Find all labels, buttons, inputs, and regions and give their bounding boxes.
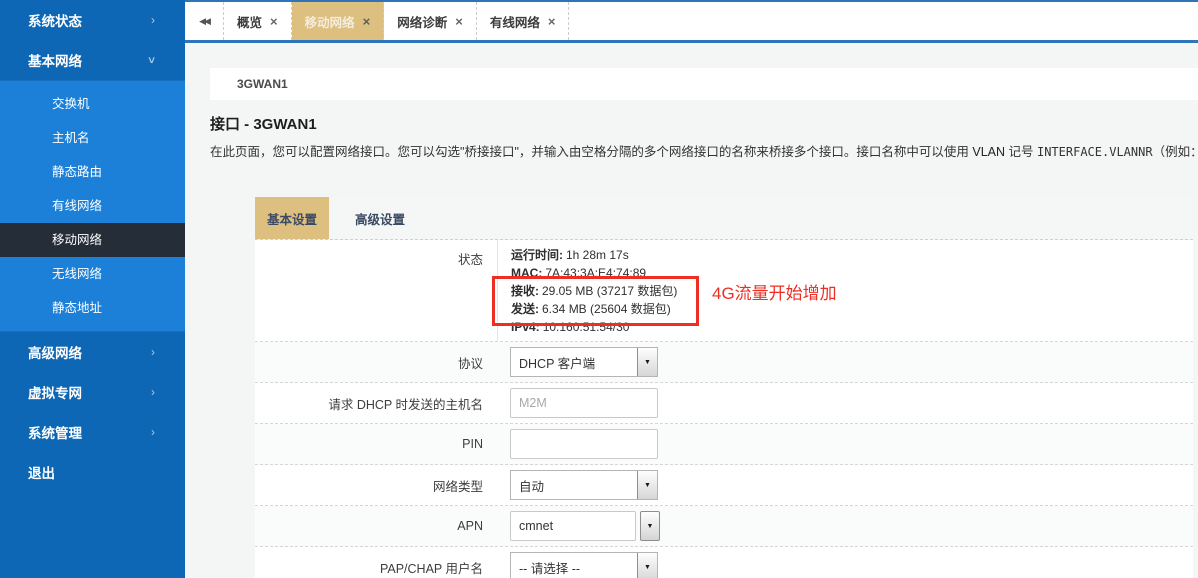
sidebar-item-vpn[interactable]: 虚拟专网 ›	[0, 372, 185, 412]
settings-tab-row: 基本设置 高级设置	[255, 197, 1193, 240]
selected-value: DHCP 客户端	[511, 348, 637, 376]
table-row: APN ▼	[255, 506, 1193, 547]
interface-settings-form: 基本设置 高级设置 状态 运行时间:1h 28m 17s MAC:7A:43:3…	[255, 197, 1193, 578]
table-row: 网络类型 自动 ▼	[255, 465, 1193, 506]
status-value: 运行时间:1h 28m 17s MAC:7A:43:3A:E4:74:89 接收…	[497, 240, 1198, 341]
tab-bar: ◀◀ 概览 × 移动网络 × 网络诊断 × 有线网络 ×	[185, 0, 1198, 43]
field-label-network-type: 网络类型	[255, 476, 497, 495]
tab-basic-settings[interactable]: 基本设置	[255, 197, 329, 239]
router-admin-app: 系统状态 › 基本网络 ∨ 交换机 主机名 静态路由 有线网络 移动网络 无线网…	[0, 0, 1198, 578]
field-label-pap-chap-username: PAP/CHAP 用户名	[255, 558, 497, 577]
close-icon[interactable]: ×	[270, 14, 278, 29]
status-line-mac: MAC:7A:43:3A:E4:74:89	[511, 264, 1198, 282]
pin-input[interactable]	[510, 429, 658, 459]
tab-wired-network[interactable]: 有线网络 ×	[477, 2, 570, 40]
table-row: 协议 DHCP 客户端 ▼	[255, 342, 1193, 383]
tab-mobile-network[interactable]: 移动网络 ×	[292, 2, 385, 40]
dropdown-arrow-icon[interactable]: ▼	[637, 553, 657, 578]
main-area: ◀◀ 概览 × 移动网络 × 网络诊断 × 有线网络 × 3GWAN1 接口 -…	[185, 0, 1198, 578]
code-text: INTERFACE.VLANNR	[1037, 145, 1153, 159]
dropdown-arrow-icon[interactable]: ▼	[640, 511, 660, 541]
protocol-select[interactable]: DHCP 客户端 ▼	[510, 347, 658, 377]
sidebar-item-wireless-network[interactable]: 无线网络	[0, 257, 185, 291]
selected-value: 自动	[511, 471, 637, 499]
sidebar-item-wired-network[interactable]: 有线网络	[0, 189, 185, 223]
table-row: PIN	[255, 424, 1193, 465]
tab-network-diagnostics[interactable]: 网络诊断 ×	[384, 2, 477, 40]
selected-value: -- 请选择 --	[511, 553, 637, 578]
close-icon[interactable]: ×	[548, 14, 556, 29]
page-title: 接口 - 3GWAN1	[210, 113, 1198, 134]
sidebar-item-logout[interactable]: 退出	[0, 452, 185, 492]
close-icon[interactable]: ×	[455, 14, 463, 29]
chevron-right-icon: ›	[151, 13, 155, 27]
table-row: PAP/CHAP 用户名 -- 请选择 -- ▼	[255, 547, 1193, 578]
field-label-dhcp-hostname: 请求 DHCP 时发送的主机名	[255, 394, 497, 413]
sidebar: 系统状态 › 基本网络 ∨ 交换机 主机名 静态路由 有线网络 移动网络 无线网…	[0, 0, 185, 578]
tab-advanced-settings[interactable]: 高级设置	[343, 197, 417, 239]
field-label-pin: PIN	[255, 437, 497, 451]
pap-chap-username-select[interactable]: -- 请选择 -- ▼	[510, 552, 658, 578]
field-label-protocol: 协议	[255, 353, 497, 372]
sidebar-item-hostname[interactable]: 主机名	[0, 121, 185, 155]
interface-card-title: 3GWAN1	[210, 68, 1198, 100]
sidebar-item-system-management[interactable]: 系统管理 ›	[0, 412, 185, 452]
sidebar-item-mobile-network[interactable]: 移动网络	[0, 223, 185, 257]
status-line-rx: 接收:29.05 MB (37217 数据包)	[511, 282, 1198, 300]
annotation-text: 4G流量开始增加	[712, 285, 837, 303]
tab-label: 移动网络	[305, 12, 355, 31]
field-label-status: 状态	[255, 240, 497, 341]
tab-overview[interactable]: 概览 ×	[224, 2, 292, 40]
sidebar-item-advanced-network[interactable]: 高级网络 ›	[0, 332, 185, 372]
chevron-right-icon: ›	[151, 385, 155, 399]
tab-label: 概览	[237, 12, 262, 31]
sidebar-submenu-basic-network: 交换机 主机名 静态路由 有线网络 移动网络 无线网络 静态地址	[0, 80, 185, 332]
sidebar-item-label: 虚拟专网	[28, 382, 82, 402]
apn-input[interactable]	[510, 511, 636, 541]
content-area: 3GWAN1 接口 - 3GWAN1 在此页面，您可以配置网络接口。您可以勾选"…	[185, 43, 1198, 578]
dropdown-arrow-icon[interactable]: ▼	[637, 471, 657, 499]
sidebar-item-label: 基本网络	[28, 50, 82, 70]
apn-combobox: ▼	[510, 511, 660, 541]
sidebar-item-basic-network[interactable]: 基本网络 ∨	[0, 40, 185, 80]
tab-label: 网络诊断	[397, 12, 447, 31]
sidebar-item-label: 高级网络	[28, 342, 82, 362]
description-text: 记号	[1005, 145, 1037, 159]
description-text: 在此页面，您可以配置网络接口。您可以勾选"桥接接口"，并输入由空格分隔的多个网络…	[210, 145, 972, 159]
status-row: 状态 运行时间:1h 28m 17s MAC:7A:43:3A:E4:74:89…	[255, 240, 1193, 342]
sidebar-item-switch[interactable]: 交换机	[0, 87, 185, 121]
back-icon[interactable]: ◀◀	[185, 2, 224, 40]
dropdown-arrow-icon[interactable]: ▼	[637, 348, 657, 376]
table-row: 请求 DHCP 时发送的主机名	[255, 383, 1193, 424]
chevron-right-icon: ›	[151, 345, 155, 359]
chevron-right-icon: ›	[151, 425, 155, 439]
status-line-tx: 发送:6.34 MB (25604 数据包)	[511, 300, 1198, 318]
field-label-apn: APN	[255, 519, 497, 533]
network-type-select[interactable]: 自动 ▼	[510, 470, 658, 500]
close-icon[interactable]: ×	[363, 14, 371, 29]
sidebar-item-label: 系统状态	[28, 10, 82, 30]
tab-label: 有线网络	[490, 12, 540, 31]
sidebar-item-label: 退出	[28, 462, 55, 482]
status-line-ipv4: IPv4:10.160.51.54/30	[511, 318, 1198, 336]
dhcp-hostname-input[interactable]	[510, 388, 658, 418]
sidebar-item-system-status[interactable]: 系统状态 ›	[0, 0, 185, 40]
page-description: 在此页面，您可以配置网络接口。您可以勾选"桥接接口"，并输入由空格分隔的多个网络…	[210, 141, 1198, 160]
sidebar-item-label: 系统管理	[28, 422, 82, 442]
status-line-uptime: 运行时间:1h 28m 17s	[511, 246, 1198, 264]
chevron-down-icon: ∨	[147, 55, 157, 66]
sidebar-item-static-routes[interactable]: 静态路由	[0, 155, 185, 189]
sidebar-item-static-address[interactable]: 静态地址	[0, 291, 185, 325]
vlan-link[interactable]: VLAN	[972, 145, 1005, 159]
description-text: （例如：	[1153, 145, 1198, 159]
